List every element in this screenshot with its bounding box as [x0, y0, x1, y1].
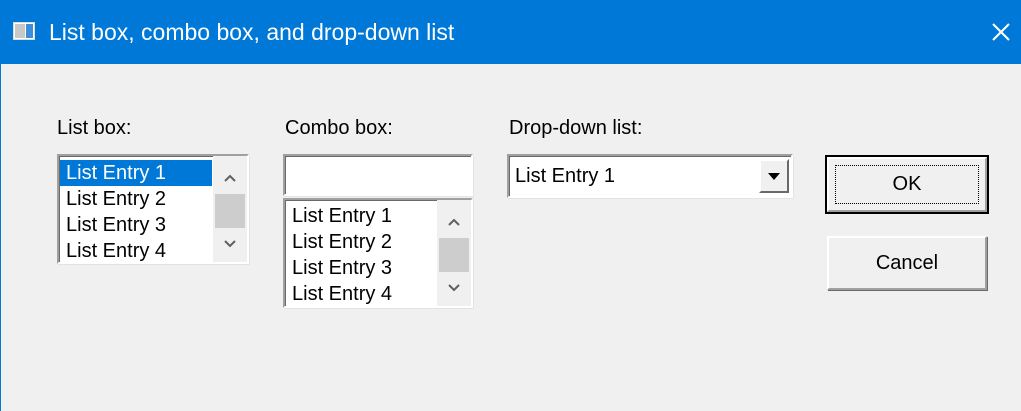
- combo-box-edit[interactable]: [283, 154, 473, 196]
- chevron-down-icon[interactable]: [437, 276, 471, 300]
- chevron-up-icon[interactable]: [437, 210, 471, 234]
- dropdown-list-label: Drop-down list:: [509, 117, 643, 139]
- chevron-down-icon[interactable]: [213, 232, 247, 256]
- list-item[interactable]: List Entry 3: [286, 255, 438, 281]
- list-item[interactable]: List Entry 1: [60, 160, 212, 186]
- ok-button-label: OK: [892, 173, 922, 195]
- ok-button[interactable]: OK: [825, 155, 989, 214]
- title-bar[interactable]: List box, combo box, and drop-down list: [1, 0, 1021, 64]
- list-item[interactable]: List Entry 4: [286, 281, 438, 307]
- cancel-button-label: Cancel: [875, 252, 939, 274]
- scrollbar-thumb[interactable]: [439, 238, 469, 272]
- list-item[interactable]: List Entry 3: [60, 212, 212, 238]
- list-box[interactable]: List Entry 1 List Entry 2 List Entry 3 L…: [57, 154, 249, 264]
- app-window-icon: [13, 22, 35, 40]
- list-item[interactable]: List Entry 2: [60, 186, 212, 212]
- dropdown-button[interactable]: [759, 159, 789, 193]
- list-item[interactable]: List Entry 1: [286, 203, 438, 229]
- dropdown-list[interactable]: List Entry 1: [507, 154, 793, 198]
- combo-box-scrollbar[interactable]: [437, 200, 471, 306]
- list-box-label: List box:: [57, 117, 132, 139]
- window-title: List box, combo box, and drop-down list: [49, 19, 455, 45]
- chevron-up-icon[interactable]: [213, 166, 247, 190]
- scrollbar-thumb[interactable]: [215, 194, 245, 228]
- cancel-button[interactable]: Cancel: [827, 236, 987, 290]
- dropdown-selected-value: List Entry 1: [515, 165, 616, 187]
- triangle-down-icon: [768, 173, 780, 180]
- close-icon[interactable]: [983, 14, 1019, 50]
- combo-box-list[interactable]: List Entry 1 List Entry 2 List Entry 3 L…: [283, 198, 473, 308]
- dialog-window: List box, combo box, and drop-down list …: [0, 0, 1021, 411]
- combo-box-label: Combo box:: [285, 117, 393, 139]
- list-box-scrollbar[interactable]: [213, 156, 247, 262]
- list-item[interactable]: List Entry 4: [60, 238, 212, 264]
- list-item[interactable]: List Entry 2: [286, 229, 438, 255]
